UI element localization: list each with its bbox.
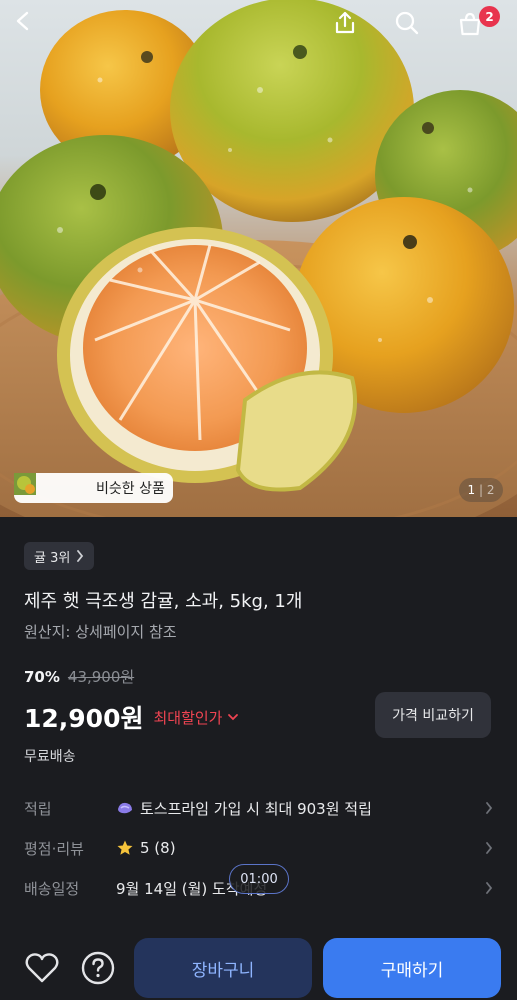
chevron-right-icon <box>486 882 493 894</box>
product-title: 제주 햇 극조생 감귤, 소과, 5kg, 1개 <box>24 591 303 612</box>
chevron-right-icon <box>486 842 493 854</box>
image-page-indicator: 1 | 2 <box>459 478 503 502</box>
add-to-cart-button[interactable]: 장바구니 <box>134 938 312 998</box>
discount-rate: 70% <box>24 668 60 686</box>
tangerine-photo <box>0 0 517 517</box>
heart-icon <box>25 953 59 983</box>
similar-thumbnail <box>14 473 64 499</box>
product-image-gallery[interactable]: 2 비슷한 상품 1 | 2 <box>0 0 517 517</box>
product-origin: 원산지: 상세페이지 참조 <box>24 623 177 641</box>
timer-badge: 01:00 <box>229 864 289 894</box>
similar-products-button[interactable]: 비슷한 상품 <box>14 473 173 503</box>
share-icon <box>335 11 355 34</box>
rating-key: 평점·리뷰 <box>24 839 84 858</box>
inquiry-button[interactable] <box>78 948 118 988</box>
similar-thumbnail <box>14 473 88 499</box>
points-row[interactable]: 적립 토스프라임 가입 시 최대 903원 적립 <box>24 794 493 822</box>
discount-row: 70% 43,900원 <box>24 666 134 687</box>
wishlist-button[interactable] <box>22 948 62 988</box>
chevron-right-icon <box>77 550 84 562</box>
toss-prime-icon <box>118 802 132 814</box>
points-key: 적립 <box>24 799 52 818</box>
buy-now-button[interactable]: 구매하기 <box>323 938 501 998</box>
rank-label: 귤 3위 <box>34 550 71 566</box>
category-rank-chip[interactable]: 귤 3위 <box>24 542 95 570</box>
compare-price-button[interactable]: 가격 비교하기 <box>375 692 491 738</box>
best-price-toggle[interactable]: 최대할인가 <box>153 707 238 728</box>
best-price-label: 최대할인가 <box>153 708 223 727</box>
shipping-info: 무료배송 <box>24 749 76 765</box>
cart-count-badge: 2 <box>479 6 500 27</box>
rating-row[interactable]: 평점·리뷰 5 (8) <box>24 834 493 862</box>
search-icon <box>395 11 419 35</box>
star-icon <box>117 840 133 855</box>
question-icon <box>81 951 115 985</box>
rating-value: 5 (8) <box>140 839 176 857</box>
bottom-action-bar: 장바구니 구매하기 <box>0 930 517 1000</box>
chevron-right-icon <box>486 802 493 814</box>
price-row: 12,900원 최대할인가 <box>24 699 239 735</box>
sale-price: 12,900원 <box>24 704 144 733</box>
share-button[interactable] <box>332 10 372 50</box>
back-button[interactable] <box>12 10 52 50</box>
similar-products-label: 비슷한 상품 <box>96 481 165 497</box>
back-icon <box>16 11 29 31</box>
search-button[interactable] <box>394 10 434 50</box>
page-current: 1 <box>467 483 476 497</box>
points-value: 토스프라임 가입 시 최대 903원 적립 <box>140 799 372 818</box>
chevron-down-icon <box>227 714 238 721</box>
page-total: 2 <box>486 483 495 497</box>
original-price: 43,900원 <box>67 668 135 686</box>
delivery-key: 배송일정 <box>24 879 80 898</box>
